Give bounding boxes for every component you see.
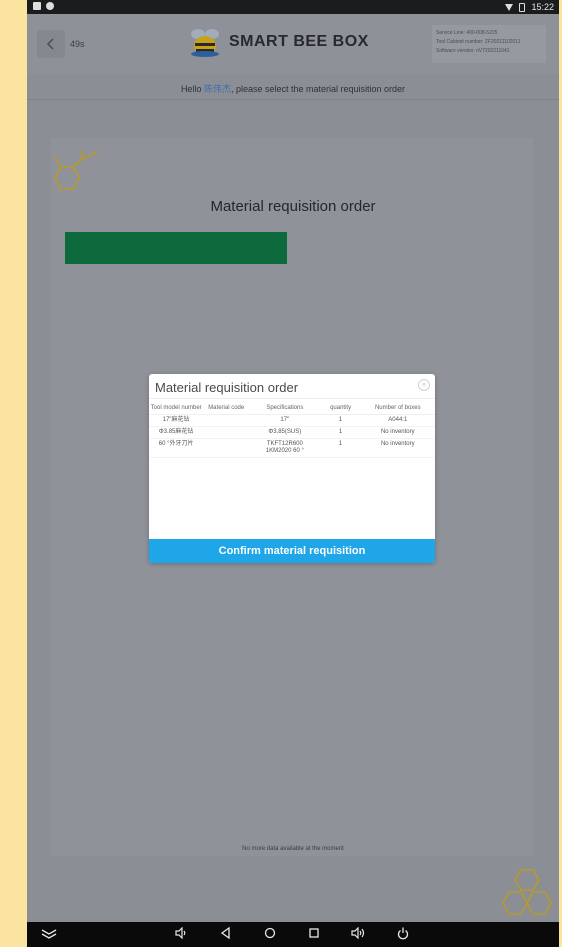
status-bar: 15:22 bbox=[27, 0, 559, 14]
back-icon[interactable] bbox=[220, 926, 232, 943]
service-line: Service Line: 400-008-5225 bbox=[436, 30, 498, 36]
greeting-prefix: Hello bbox=[180, 84, 204, 94]
hexagon-icon bbox=[54, 149, 98, 190]
battery-icon bbox=[519, 2, 526, 12]
column-header: Specifications bbox=[249, 402, 321, 415]
close-icon[interactable]: × bbox=[418, 379, 430, 391]
requisition-table: Tool model number Material code Specific… bbox=[149, 402, 435, 458]
column-header: quantity bbox=[320, 402, 361, 415]
dialog-divider bbox=[149, 398, 435, 399]
column-header: Material code bbox=[203, 402, 250, 415]
cell-qty: 1 bbox=[320, 426, 361, 439]
brand-name: SMART BEE BOX bbox=[229, 33, 369, 50]
cell-spec: TKFT12R600 1KM2020 60 ° bbox=[249, 438, 321, 458]
home-icon[interactable] bbox=[264, 927, 276, 943]
app-header: 49s SMART BEE BOX Service Line: 400-008-… bbox=[27, 14, 559, 74]
countdown-timer: 49s bbox=[70, 39, 85, 49]
table-row: 60 °外牙刀片 TKFT12R600 1KM2020 60 ° 1 No in… bbox=[149, 438, 435, 458]
cell-qty: 1 bbox=[320, 414, 361, 427]
column-header: Tool model number bbox=[149, 402, 204, 415]
cell-boxes: No inventory bbox=[360, 426, 435, 439]
cell-qty: 1 bbox=[320, 438, 361, 458]
cabinet-number: Tool Cabinet number: ZF20211102011 bbox=[436, 39, 521, 45]
confirm-requisition-button[interactable]: Confirm material requisition bbox=[149, 539, 435, 563]
tablet-screen: 15:22 49s SMART BEE BOX Service Line: 40… bbox=[27, 0, 559, 947]
column-header: Number of boxes bbox=[360, 402, 435, 415]
notification-icon bbox=[33, 2, 41, 10]
cell-code bbox=[203, 414, 250, 427]
username: 陈伟杰 bbox=[203, 84, 231, 94]
brand-logo: SMART BEE BOX bbox=[187, 24, 369, 60]
volume-up-icon[interactable] bbox=[351, 926, 365, 943]
header-divider bbox=[27, 99, 559, 100]
requisition-dialog: Material requisition order × Tool model … bbox=[149, 374, 435, 563]
notification-dot-icon bbox=[46, 2, 54, 10]
order-item-bar[interactable] bbox=[65, 232, 287, 264]
collapse-icon[interactable] bbox=[41, 927, 57, 943]
device-info: Service Line: 400-008-5225 Tool Cabinet … bbox=[432, 25, 546, 63]
cell-model: Φ3.85麻花钻 bbox=[149, 426, 204, 439]
back-arrow-icon bbox=[46, 38, 54, 50]
software-version: Software version: nV7202211041 bbox=[436, 48, 510, 54]
cell-spec: Φ3.85(SUS) bbox=[249, 426, 321, 439]
cell-code bbox=[203, 438, 250, 458]
recents-icon[interactable] bbox=[308, 927, 320, 943]
honeycomb-icon bbox=[502, 869, 552, 915]
bee-logo-icon bbox=[191, 29, 219, 57]
cell-model: 17"麻花钻 bbox=[149, 414, 204, 427]
dialog-title: Material requisition order bbox=[155, 380, 299, 395]
table-row: 17"麻花钻 17" 1 A044:1 bbox=[149, 414, 435, 427]
empty-list-text: No more data available at the moment bbox=[242, 846, 344, 852]
cell-spec: 17" bbox=[249, 414, 321, 427]
volume-down-icon[interactable] bbox=[175, 926, 187, 943]
table-row: Φ3.85麻花钻 Φ3.85(SUS) 1 No inventory bbox=[149, 426, 435, 439]
wifi-icon bbox=[505, 3, 514, 11]
status-time: 15:22 bbox=[531, 2, 554, 12]
cell-model: 60 °外牙刀片 bbox=[149, 438, 204, 458]
greeting-text: Hello 陈伟杰, please select the material re… bbox=[27, 82, 559, 95]
background-margin bbox=[0, 0, 27, 947]
cell-boxes: A044:1 bbox=[360, 414, 435, 427]
greeting-suffix: , please select the material requisition… bbox=[230, 84, 406, 94]
back-button[interactable] bbox=[37, 30, 65, 58]
power-icon[interactable] bbox=[397, 927, 409, 944]
cell-boxes: No inventory bbox=[360, 438, 435, 458]
table-header-row: Tool model number Material code Specific… bbox=[149, 402, 435, 415]
cell-code bbox=[203, 426, 250, 439]
system-nav-bar bbox=[27, 922, 559, 947]
page-title: Material requisition order bbox=[210, 198, 376, 215]
